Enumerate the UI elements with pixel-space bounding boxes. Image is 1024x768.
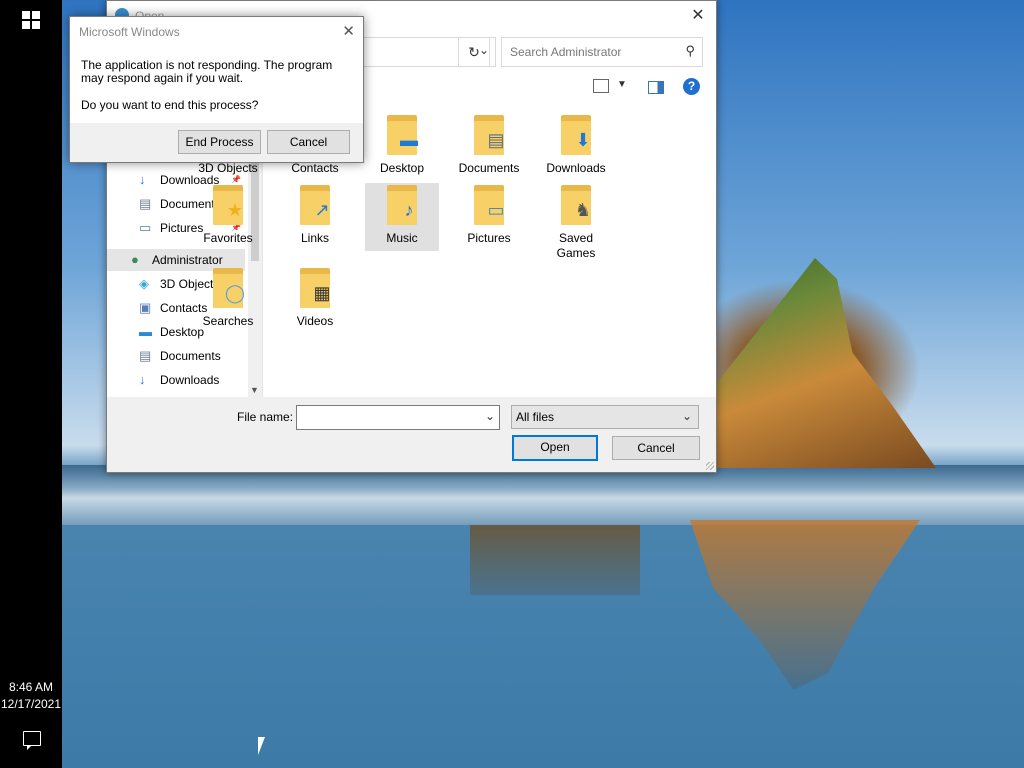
- open-button[interactable]: Open: [512, 435, 598, 461]
- music-note-icon: ♪: [404, 200, 414, 220]
- nav-item-downloads[interactable]: ↓ Downloads: [107, 369, 245, 391]
- search-input[interactable]: Search Administrator: [510, 45, 621, 59]
- cancel-button[interactable]: Cancel: [612, 436, 700, 460]
- downloads-icon: ↓: [139, 372, 146, 387]
- file-type-value: All files: [516, 410, 555, 424]
- star-icon: ★: [226, 200, 244, 220]
- not-responding-title: Microsoft Windows: [79, 25, 180, 39]
- downloads-icon: ⬇: [575, 130, 591, 150]
- folder-icon: ▦: [300, 268, 331, 308]
- close-icon[interactable]: ✕: [688, 6, 708, 26]
- not-responding-footer: End Process Cancel: [70, 123, 363, 162]
- magnifier-icon: ◯: [224, 283, 246, 303]
- resize-grip[interactable]: [706, 462, 714, 470]
- folder-searches[interactable]: ◯ Searches: [191, 268, 265, 329]
- wallpaper-rock: [716, 258, 936, 468]
- cube-icon: ◈: [139, 276, 149, 291]
- cancel-button[interactable]: Cancel: [267, 130, 350, 154]
- chevron-down-icon[interactable]: ⌄: [485, 409, 495, 423]
- chess-piece-icon: ♞: [574, 200, 592, 220]
- not-responding-message: The application is not responding. The p…: [81, 58, 333, 85]
- action-center-icon[interactable]: [23, 731, 41, 750]
- search-icon[interactable]: ⚲: [685, 43, 695, 59]
- folder-desktop[interactable]: ▬ Desktop: [365, 115, 439, 176]
- documents-icon: ▤: [487, 130, 505, 150]
- contacts-icon: ▣: [139, 300, 152, 315]
- folder-icon: ▤: [474, 115, 505, 155]
- wallpaper-reflection-2: [470, 525, 640, 595]
- folder-favorites[interactable]: ★ Favorites: [191, 185, 265, 246]
- folder-icon: ↗: [300, 185, 330, 225]
- folder-icon: ▭: [474, 185, 505, 225]
- change-view-icon[interactable]: [593, 79, 609, 93]
- folder-label: 3D Objects: [198, 161, 258, 175]
- search-box[interactable]: Search Administrator ⚲: [501, 37, 703, 67]
- help-icon[interactable]: ?: [683, 78, 700, 95]
- pictures-icon: ▭: [139, 220, 152, 235]
- windows-start-icon[interactable]: [22, 11, 40, 29]
- documents-icon: ▤: [139, 196, 152, 211]
- folder-documents[interactable]: ▤ Documents: [452, 115, 526, 176]
- folder-music[interactable]: ♪ Music: [365, 183, 439, 251]
- wallpaper-reflection: [690, 520, 920, 690]
- picture-icon: ▭: [487, 200, 505, 220]
- not-responding-question: Do you want to end this process?: [81, 98, 259, 112]
- folder-icon: ◯: [213, 268, 245, 308]
- chevron-down-icon[interactable]: ⌄: [682, 409, 692, 423]
- desktop-icon: ▬: [400, 130, 418, 150]
- user-icon: ●: [131, 252, 139, 267]
- folder-label: Pictures: [467, 231, 511, 245]
- taskbar-date[interactable]: 12/17/2021: [0, 697, 62, 711]
- folder-label: Desktop: [379, 161, 425, 175]
- folder-downloads[interactable]: ⬇ Downloads: [539, 115, 613, 176]
- view-dropdown-icon[interactable]: ▼: [617, 79, 627, 90]
- folder-label: Downloads: [546, 161, 606, 175]
- folder-icon: ♞: [561, 185, 591, 225]
- link-arrow-icon: ↗: [314, 200, 330, 220]
- folder-icon: ⬇: [561, 115, 591, 155]
- folder-links[interactable]: ↗ Links: [278, 185, 352, 246]
- wallpaper-shoreline: [62, 465, 1024, 525]
- not-responding-dialog: Microsoft Windows ✕ The application is n…: [69, 16, 364, 163]
- dialog-toolbar: ▼ ?: [365, 73, 715, 103]
- dialog-footer: File name: ⌄ All files ⌄ Open Cancel: [107, 397, 716, 472]
- folder-label: Saved Games: [556, 231, 596, 260]
- film-icon: ▦: [313, 283, 331, 303]
- folder-icon: ★: [213, 185, 243, 225]
- folder-label: Music: [386, 231, 418, 245]
- folder-label: Favorites: [203, 231, 253, 245]
- refresh-button[interactable]: ↻: [458, 37, 490, 67]
- file-type-filter[interactable]: All files ⌄: [511, 405, 699, 429]
- not-responding-titlebar[interactable]: Microsoft Windows ✕: [70, 17, 363, 47]
- folder-label: Searches: [202, 314, 254, 328]
- preview-pane-icon[interactable]: [648, 81, 664, 94]
- folder-saved-games[interactable]: ♞ Saved Games: [539, 185, 613, 261]
- folder-pictures[interactable]: ▭ Pictures: [452, 185, 526, 246]
- folder-videos[interactable]: ▦ Videos: [278, 268, 352, 329]
- end-process-button[interactable]: End Process: [178, 130, 261, 154]
- taskbar: 8:46 AM 12/17/2021: [0, 0, 62, 768]
- documents-icon: ▤: [139, 348, 152, 363]
- nav-item-label: Documents: [160, 349, 221, 363]
- scroll-down-icon[interactable]: ▼: [250, 385, 259, 395]
- file-name-input[interactable]: ⌄: [296, 405, 500, 430]
- file-name-label: File name:: [237, 410, 294, 424]
- nav-item-documents[interactable]: ▤ Documents: [107, 345, 245, 367]
- folder-icon: ▬: [387, 115, 418, 155]
- folder-label: Links: [300, 231, 329, 245]
- taskbar-time[interactable]: 8:46 AM: [0, 680, 62, 694]
- folder-label: Documents: [458, 161, 520, 175]
- desktop-icon: ▬: [139, 324, 152, 339]
- downloads-icon: ↓: [139, 172, 146, 187]
- folder-label: Contacts: [291, 161, 339, 175]
- folder-icon: ♪: [387, 185, 417, 225]
- folder-label: Videos: [296, 314, 334, 328]
- close-icon[interactable]: ✕: [342, 22, 355, 40]
- nav-item-label: Downloads: [160, 373, 220, 387]
- mouse-cursor: [258, 737, 265, 755]
